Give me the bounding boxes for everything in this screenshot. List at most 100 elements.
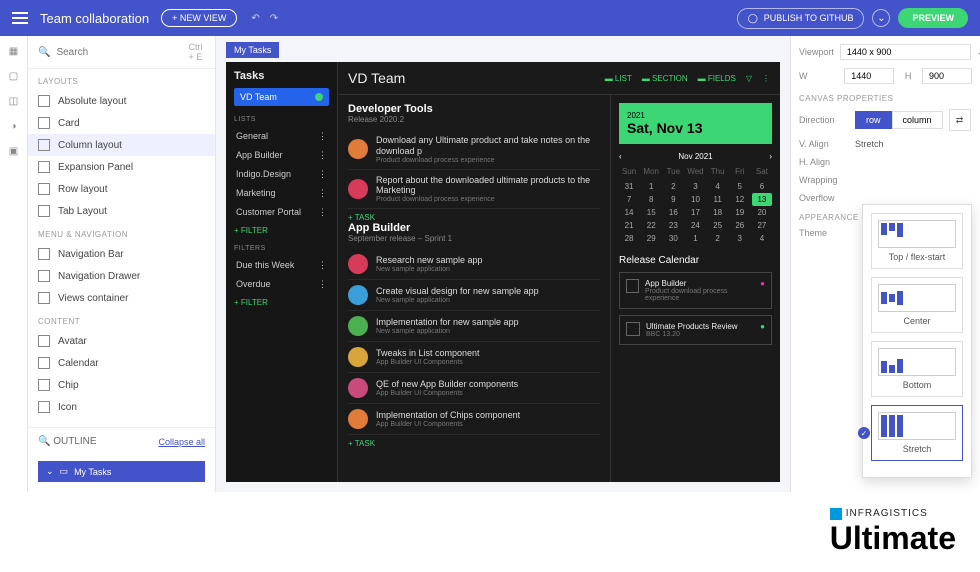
task-row[interactable]: Research new sample appNew sample applic…: [348, 249, 600, 280]
align-option[interactable]: Bottom: [871, 341, 963, 397]
align-option[interactable]: ✓Stretch: [871, 405, 963, 461]
canvas-tab[interactable]: My Tasks: [226, 42, 279, 58]
more-icon[interactable]: ⋮: [318, 279, 327, 290]
task-row[interactable]: Implementation for new sample appNew sam…: [348, 311, 600, 342]
view-option[interactable]: ▬ SECTION: [642, 74, 688, 83]
task-row[interactable]: QE of new App Builder componentsApp Buil…: [348, 373, 600, 404]
cal-day[interactable]: 3: [685, 180, 705, 193]
cal-day[interactable]: 24: [685, 219, 705, 232]
cal-day[interactable]: 8: [641, 193, 661, 206]
cal-day[interactable]: 3: [730, 232, 750, 245]
component-item[interactable]: Expansion Panel: [28, 156, 215, 178]
cal-day[interactable]: 1: [685, 232, 705, 245]
list-item[interactable]: Customer Portal⋮: [234, 203, 329, 222]
team-selector[interactable]: VD Team: [234, 88, 329, 106]
component-item[interactable]: Chip: [28, 374, 215, 396]
task-row[interactable]: Download any Ultimate product and take n…: [348, 130, 600, 170]
cal-day[interactable]: 2: [663, 180, 683, 193]
cal-day[interactable]: 19: [730, 206, 750, 219]
more-icon[interactable]: ⋮: [318, 260, 327, 271]
cal-day[interactable]: 31: [619, 180, 639, 193]
list-item[interactable]: General⋮: [234, 127, 329, 146]
release-item[interactable]: Ultimate Products ReviewBBC 13.20●: [619, 315, 772, 345]
filter-item[interactable]: Overdue⋮: [234, 275, 329, 294]
release-item[interactable]: App BuilderProduct download process expe…: [619, 272, 772, 309]
preview-button[interactable]: PREVIEW: [898, 8, 968, 28]
new-view-button[interactable]: + NEW VIEW: [161, 9, 237, 27]
more-icon[interactable]: ⋮: [318, 131, 327, 142]
task-row[interactable]: Tweaks in List componentApp Builder UI C…: [348, 342, 600, 373]
width-input[interactable]: [844, 68, 894, 84]
component-item[interactable]: Navigation Drawer: [28, 265, 215, 287]
cal-next[interactable]: ›: [769, 152, 772, 161]
more-icon[interactable]: ⋮: [318, 150, 327, 161]
undo-icon[interactable]: ↶: [251, 13, 259, 24]
theme-icon[interactable]: ◑: [10, 121, 16, 132]
list-item[interactable]: Marketing⋮: [234, 184, 329, 203]
cal-day[interactable]: 6: [752, 180, 772, 193]
height-input[interactable]: [922, 68, 972, 84]
menu-icon[interactable]: [12, 12, 28, 24]
canvas[interactable]: My Tasks Tasks VD Team LISTS General⋮App…: [216, 36, 790, 492]
align-option[interactable]: Top / flex-start: [871, 213, 963, 269]
component-item[interactable]: Views container: [28, 287, 215, 309]
component-item[interactable]: Card: [28, 112, 215, 134]
add-filter-1[interactable]: + FILTER: [234, 226, 329, 235]
align-option[interactable]: Center: [871, 277, 963, 333]
view-more[interactable]: ⋮: [762, 74, 770, 83]
view-option[interactable]: ▬ FIELDS: [698, 74, 736, 83]
component-item[interactable]: Row layout: [28, 178, 215, 200]
layers-icon[interactable]: ▢: [9, 71, 18, 82]
more-icon[interactable]: ⋮: [318, 207, 327, 218]
cal-day[interactable]: 5: [730, 180, 750, 193]
cal-day[interactable]: 26: [730, 219, 750, 232]
component-item[interactable]: Absolute layout: [28, 90, 215, 112]
cal-day[interactable]: 27: [752, 219, 772, 232]
cal-day[interactable]: 13: [752, 193, 772, 206]
component-item[interactable]: Calendar: [28, 352, 215, 374]
tree-my-tasks[interactable]: ⌄ ▭ My Tasks: [38, 461, 205, 482]
component-item[interactable]: Navigation Bar: [28, 243, 215, 265]
task-row[interactable]: Implementation of Chips componentApp Bui…: [348, 404, 600, 435]
viewport-input[interactable]: [840, 44, 971, 60]
cal-day[interactable]: 20: [752, 206, 772, 219]
task-row[interactable]: Create visual design for new sample appN…: [348, 280, 600, 311]
publish-button[interactable]: ◯ PUBLISH TO GITHUB: [737, 8, 865, 29]
add-task[interactable]: + TASK: [348, 439, 600, 448]
task-row[interactable]: Report about the downloaded ultimate pro…: [348, 170, 600, 210]
list-item[interactable]: App Builder⋮: [234, 146, 329, 165]
search-input[interactable]: [56, 47, 188, 58]
component-item[interactable]: Avatar: [28, 330, 215, 352]
direction-column[interactable]: column: [892, 111, 943, 129]
cal-prev[interactable]: ‹: [619, 152, 622, 161]
valign-value[interactable]: Stretch: [855, 139, 884, 149]
view-option[interactable]: ▬ LIST: [605, 74, 632, 83]
assets-icon[interactable]: ▣: [9, 146, 18, 157]
cal-day[interactable]: 12: [730, 193, 750, 206]
component-item[interactable]: Icon: [28, 396, 215, 418]
more-icon[interactable]: ⋮: [318, 169, 327, 180]
cal-day[interactable]: 23: [663, 219, 683, 232]
cal-day[interactable]: 15: [641, 206, 661, 219]
cal-day[interactable]: 16: [663, 206, 683, 219]
cal-day[interactable]: 9: [663, 193, 683, 206]
view-sort[interactable]: ▽: [746, 74, 752, 83]
components-icon[interactable]: ▦: [9, 46, 18, 57]
component-item[interactable]: Column layout: [28, 134, 215, 156]
data-icon[interactable]: ◫: [9, 96, 18, 107]
component-item[interactable]: Tab Layout: [28, 200, 215, 222]
cal-day[interactable]: 22: [641, 219, 661, 232]
cal-day[interactable]: 18: [708, 206, 728, 219]
cal-day[interactable]: 14: [619, 206, 639, 219]
cal-day[interactable]: 28: [619, 232, 639, 245]
list-item[interactable]: Indigo.Design⋮: [234, 165, 329, 184]
add-filter-2[interactable]: + FILTER: [234, 298, 329, 307]
cal-day[interactable]: 29: [641, 232, 661, 245]
cal-day[interactable]: 30: [663, 232, 683, 245]
cal-day[interactable]: 21: [619, 219, 639, 232]
cal-day[interactable]: 25: [708, 219, 728, 232]
direction-row[interactable]: row: [855, 111, 892, 129]
publish-dropdown[interactable]: ⌄: [872, 9, 890, 27]
cal-day[interactable]: 7: [619, 193, 639, 206]
cal-day[interactable]: 4: [752, 232, 772, 245]
